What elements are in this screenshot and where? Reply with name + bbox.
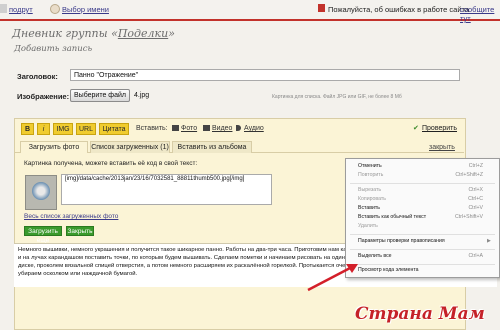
menu-shortcut: Ctrl+A	[468, 253, 483, 259]
menu-item-inspect-element[interactable]: Просмотр кода элемента	[358, 266, 493, 275]
received-text: Картинка получена, можете вставить её ко…	[24, 160, 198, 167]
url-button[interactable]: URL	[76, 123, 96, 135]
warning-icon	[318, 4, 325, 12]
image-label: Изображение:	[17, 92, 70, 101]
image-code-field[interactable]: [img]/data/cache/2013jan/23/16/7032581_8…	[61, 174, 272, 205]
camera-icon	[172, 125, 179, 131]
menu-item-redo[interactable]: Повторить Ctrl+Shift+Z	[358, 171, 493, 180]
avatar-icon	[50, 4, 60, 14]
choose-file-button[interactable]: Выберите файл	[70, 89, 130, 102]
insert-video-link[interactable]: Видео	[212, 125, 232, 132]
menu-label: Удалить	[358, 223, 378, 229]
menu-shortcut: Ctrl+V	[468, 205, 483, 211]
context-menu: Отменить Ctrl+Z Повторить Ctrl+Shift+Z Выр…	[345, 158, 500, 278]
menu-label: Вставить	[358, 205, 380, 211]
title-suffix: »	[168, 27, 175, 40]
menu-separator	[350, 183, 495, 184]
image-hint: Картинка для списка. Файл JPG или GIF, н…	[272, 94, 402, 100]
page-title: Дневник группы «Поделки»	[12, 27, 175, 40]
menu-label: Просмотр кода элемента	[358, 267, 419, 273]
notice-text: Пожалуйста, об ошибках в работе сайта	[328, 5, 470, 14]
menu-label: Отменить	[358, 163, 382, 169]
title-prefix: Дневник группы «	[12, 27, 118, 40]
top-bar: подрут Выбор имени Пожалуйста, об ошибка…	[0, 0, 500, 23]
menu-shortcut: Ctrl+Z	[468, 163, 483, 169]
menu-shortcut: Ctrl+C	[468, 196, 483, 202]
menu-item-copy[interactable]: Копировать Ctrl+C	[358, 195, 493, 204]
insert-label: Вставить:	[136, 125, 168, 132]
italic-button[interactable]: i	[37, 123, 50, 135]
menu-separator	[350, 234, 495, 235]
menu-shortcut: Ctrl+Shift+Z	[455, 172, 483, 178]
menu-shortcut: Ctrl+X	[468, 187, 483, 193]
report-link[interactable]: сообщите тут	[460, 5, 500, 23]
bold-button[interactable]: B	[21, 123, 34, 135]
menu-label: Копировать	[358, 196, 386, 202]
menu-item-paste-plain[interactable]: Вставить как обычный текст Ctrl+Shift+V	[358, 213, 493, 222]
check-icon: ✔	[413, 125, 419, 132]
submenu-arrow-icon: ▶	[487, 238, 491, 244]
file-name: 4.jpg	[134, 92, 150, 99]
menu-label: Выделить все	[358, 253, 392, 259]
menu-item-undo[interactable]: Отменить Ctrl+Z	[358, 162, 493, 171]
top-left-link[interactable]: подрут	[9, 5, 33, 14]
menu-separator	[350, 264, 495, 265]
insert-audio-link[interactable]: Аудио	[244, 125, 264, 132]
upload-more-button[interactable]: Загрузить ещё	[24, 226, 62, 244]
menu-label: Повторить	[358, 172, 384, 178]
tab-upload-photo[interactable]: Загрузить фото	[20, 141, 88, 153]
quote-button[interactable]: Цитата	[99, 123, 129, 135]
menu-item-cut[interactable]: Вырезать Ctrl+X	[358, 186, 493, 195]
menu-label: Вставить как обычный текст	[358, 214, 427, 220]
menu-item-delete[interactable]: Удалить	[358, 222, 493, 231]
left-icon	[0, 4, 7, 13]
choose-name-link[interactable]: Выбор имени	[62, 5, 109, 14]
page-subtitle: Добавить запись	[14, 44, 93, 54]
menu-label: Параметры проверки правописания	[358, 238, 445, 244]
site-watermark: Страна Мам	[355, 304, 485, 324]
menu-item-select-all[interactable]: Выделить все Ctrl+A	[358, 252, 493, 261]
check-link[interactable]: Проверить	[422, 125, 457, 132]
heading-label: Заголовок:	[17, 72, 58, 81]
img-button[interactable]: IMG	[53, 123, 73, 135]
heading-input[interactable]: Панно "Отражение"	[70, 69, 460, 81]
video-icon	[203, 125, 210, 131]
close-button[interactable]: Закрыть	[66, 226, 94, 236]
full-list-link[interactable]: Весь список загруженных фото	[24, 213, 118, 220]
group-link[interactable]: Поделки	[118, 27, 168, 40]
menu-separator	[350, 249, 495, 250]
insert-photo-link[interactable]: Фото	[181, 125, 197, 132]
close-panel-link[interactable]: закрыть	[429, 144, 455, 151]
annotation-arrow-icon	[307, 264, 358, 292]
menu-item-spellcheck[interactable]: Параметры проверки правописания ▶	[358, 237, 493, 246]
menu-item-paste[interactable]: Вставить Ctrl+V	[358, 204, 493, 213]
menu-shortcut: Ctrl+Shift+V	[455, 214, 483, 220]
tab-insert-from-album[interactable]: Вставить из альбома	[172, 141, 252, 153]
menu-label: Вырезать	[358, 187, 382, 193]
tab-uploaded-list[interactable]: Список загруженных (1)	[90, 141, 170, 153]
uploaded-thumbnail	[25, 175, 57, 210]
